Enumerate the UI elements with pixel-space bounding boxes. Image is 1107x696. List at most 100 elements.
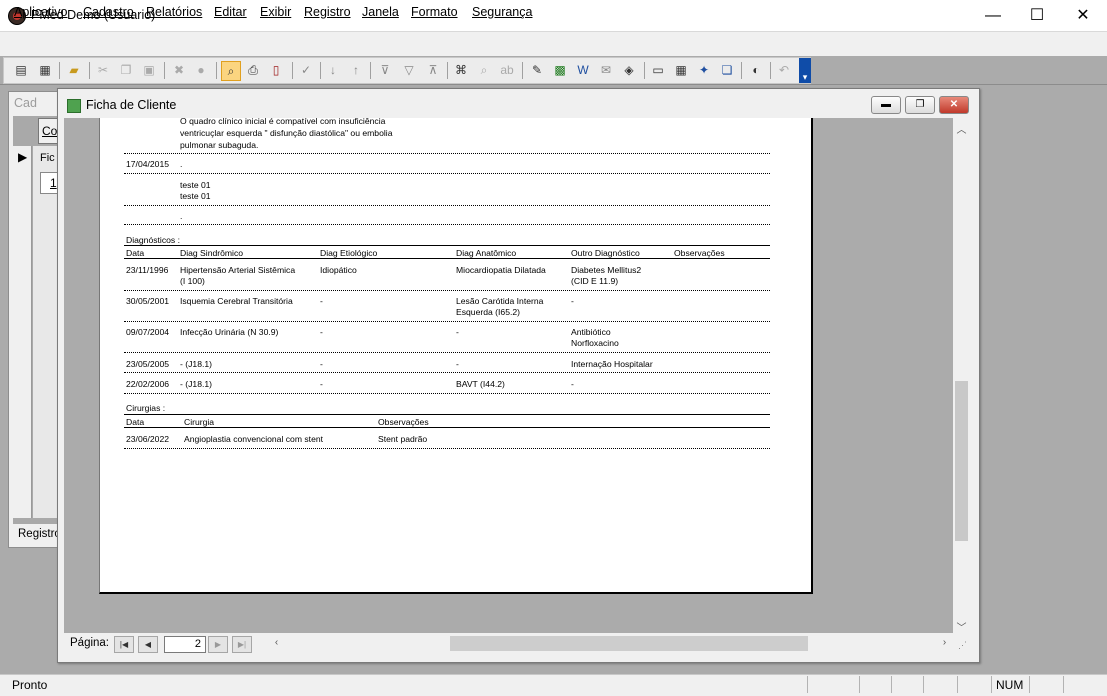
camera-icon[interactable]: ◈ [620,61,638,79]
new-window-icon[interactable]: ❏ [718,61,736,79]
ficha-window-title: Ficha de Cliente [86,98,177,112]
sort-ascending-icon[interactable]: ↓ [324,61,342,79]
undo-icon[interactable]: ↶ [775,61,793,79]
status-panel [859,676,860,693]
menu-editar[interactable]: Editar [214,5,247,19]
resize-grip-icon[interactable]: ⋰ [958,640,967,651]
menu-label: Exibir [260,5,292,19]
remove-filter-icon[interactable]: ⊼ [424,61,442,79]
scroll-right-icon[interactable]: › [936,637,953,648]
diag-sindromico: (I 100) [180,276,205,286]
menu-relatorios[interactable]: Relatórios [146,5,202,19]
entry-date: 17/04/2015 [126,159,170,169]
diag-sindromico: - (J18.1) [180,379,212,389]
menu-aplicativo[interactable]: Aplicativo [14,5,68,19]
toolbar-separator [770,62,771,79]
toolbar-options-icon[interactable]: ▾ [799,58,811,83]
horizontal-scroll-thumb[interactable] [450,636,808,651]
find-next-icon[interactable]: ⌕ [475,61,493,79]
paste-icon[interactable]: ▣ [140,61,158,79]
table-rule [124,245,770,246]
row-separator [124,372,770,373]
toolbar-separator [59,62,60,79]
table-rule [124,414,770,415]
filter-by-selection-icon[interactable]: ⊽ [376,61,394,79]
ficha-close-button[interactable]: ✕ [939,96,969,114]
toolbar-separator [644,62,645,79]
calculator-icon[interactable]: ▦ [672,61,690,79]
print-icon[interactable]: ⎙ [244,61,262,79]
print-preview-icon[interactable]: ⌕ [221,61,241,81]
menu-cadastro[interactable]: Cadastro [83,5,134,19]
toolbar-separator [320,62,321,79]
status-bar [0,674,1107,696]
diag-outro: Antibiótico [571,327,611,337]
find-icon[interactable]: ⌘ [452,61,470,79]
ficha-minimize-button[interactable]: ▬ [871,96,901,114]
menu-formato[interactable]: Formato [411,5,458,19]
vertical-scrollbar[interactable] [953,118,970,633]
menu-seguranca[interactable]: Segurança [472,5,532,19]
first-page-button[interactable]: |◀ [114,636,134,653]
spelling-icon[interactable]: ✓ [297,61,315,79]
maximize-button[interactable]: ☐ [1014,0,1060,31]
scroll-down-icon[interactable]: ﹀ [953,619,970,634]
diag-etiologico: - [320,379,323,389]
intro-line: pulmonar subaguda. [180,140,259,150]
background-window-column [33,146,57,518]
menu-registro[interactable]: Registro [304,5,351,19]
replace-icon[interactable]: ab [498,61,516,79]
exit-icon[interactable]: ◐ [747,61,765,79]
intro-line: O quadro clínico inicial é compatível co… [180,116,386,126]
previous-page-button[interactable]: ◀ [138,636,158,653]
next-page-button[interactable]: ▶ [208,636,228,653]
open-folder-icon[interactable]: ▰ [65,61,83,79]
menu-exibir[interactable]: Exibir [260,5,291,19]
scroll-left-icon[interactable]: ‹ [268,637,285,648]
excel-icon[interactable]: ▩ [551,61,569,79]
diag-date: 09/07/2004 [126,327,170,337]
cirurgia-obs: Stent padrão [378,434,428,444]
cirurgia-date: 23/06/2022 [126,434,170,444]
word-icon[interactable]: W [574,61,592,79]
minimize-button[interactable]: — [970,0,1016,31]
users-icon[interactable]: ● [192,61,210,79]
diag-date: 22/02/2006 [126,379,170,389]
book-icon[interactable]: ▭ [649,61,667,79]
menu-label: Aplicativo [14,5,68,19]
mail-icon[interactable]: ✉ [597,61,615,79]
page-number-input[interactable]: 2 [164,636,206,653]
close-button[interactable]: ✕ [1060,0,1106,31]
last-page-button[interactable]: ▶| [232,636,252,653]
delete-record-icon[interactable]: ✖ [170,61,188,79]
scroll-up-icon[interactable]: ︿ [953,121,970,136]
wizard-icon[interactable]: ✦ [695,61,713,79]
sort-descending-icon[interactable]: ↑ [347,61,365,79]
report-window-icon [67,99,81,113]
form-view-icon[interactable]: ▤ [12,61,30,79]
menu-label: Registro [304,5,351,19]
background-window-title: Cad [14,96,37,110]
menu-label: Segurança [472,5,533,19]
row-separator [124,448,770,449]
diag-date: 23/11/1996 [126,265,169,275]
diag-outro: (CID E 11.9) [571,276,619,286]
status-text: Pronto [12,678,48,692]
datasheet-view-icon[interactable]: ▦ [36,61,54,79]
cut-icon[interactable]: ✂ [94,61,112,79]
record-navigation-label: Registro [18,528,61,540]
diag-sindromico: - (J18.1) [180,359,212,369]
report-icon[interactable]: ✎ [528,61,546,79]
record-pointer-icon: ▶ [18,150,28,164]
vertical-scroll-thumb[interactable] [955,381,968,541]
menu-bar [0,32,1107,56]
pdf-icon[interactable]: ▯ [267,61,285,79]
menu-janela[interactable]: Janela [362,5,399,19]
filter-icon[interactable]: ▽ [400,61,418,79]
row-separator [124,321,770,322]
entry-dot: . [180,159,183,169]
record-selector[interactable] [13,146,32,518]
copy-icon[interactable]: ❐ [117,61,135,79]
menu-label: Relatórios [146,5,203,19]
ficha-restore-button[interactable]: ❐ [905,96,935,114]
